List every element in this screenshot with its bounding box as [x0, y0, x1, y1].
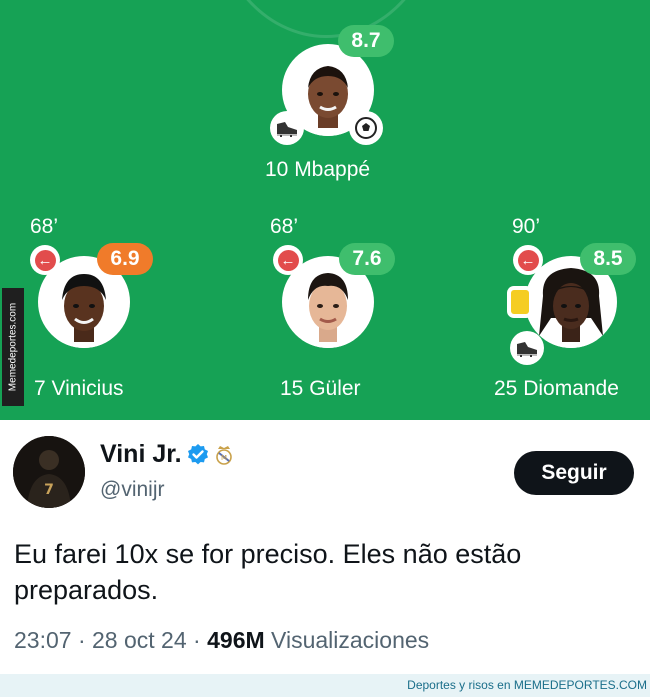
player-name-mbappe: 10 Mbappé: [265, 158, 371, 181]
views-label: Visualizaciones: [271, 627, 430, 653]
user-handle[interactable]: @vinijr: [100, 478, 165, 502]
footer-credit-bar: Deportes y risos en MEMEDEPORTES.COM: [0, 674, 650, 697]
svg-text:7: 7: [44, 482, 54, 498]
svg-text:M: M: [221, 454, 227, 462]
meta-separator: ·: [193, 627, 201, 653]
football-icon: [349, 111, 383, 145]
tweet-date[interactable]: 28 oct 24: [92, 627, 187, 653]
sub-minute-diomande: 90’: [512, 215, 541, 238]
profile-avatar[interactable]: 7: [13, 436, 85, 508]
player-rating-mbappe: 8.7: [338, 25, 394, 57]
real-madrid-crest-icon: M: [216, 446, 232, 465]
boot-icon: [270, 111, 304, 145]
views-count: 496M: [207, 627, 265, 653]
player-rating-vinicius: 6.9: [97, 243, 153, 275]
display-name[interactable]: Vini Jr.: [100, 440, 182, 469]
sub-off-arrow-icon: ←: [513, 245, 543, 275]
side-watermark-text: Memedeportes.com: [7, 302, 19, 392]
player-name-guler: 15 Güler: [280, 377, 361, 400]
sub-minute-vinicius: 68’: [30, 215, 59, 238]
tweet-text: Eu farei 10x se for preciso. Eles não es…: [14, 539, 522, 605]
footer-credit-text: Deportes y risos en MEMEDEPORTES.COM: [407, 678, 647, 692]
sub-off-arrow-icon: ←: [273, 245, 303, 275]
center-circle-arc: [210, 0, 442, 38]
sub-off-arrow-icon: ←: [30, 245, 60, 275]
player-name-diomande: 25 Diomande: [494, 377, 619, 400]
boot-icon: [510, 331, 544, 365]
side-watermark: Memedeportes.com: [2, 288, 24, 406]
lineup-pitch: 8.7 10 Mbappé 68’ ← 6.9 7 Vinicius 68’ ←…: [0, 0, 650, 420]
avatar-silhouette-icon: 7: [13, 436, 85, 508]
player-rating-guler: 7.6: [339, 243, 395, 275]
player-name-vinicius: 7 Vinicius: [34, 377, 124, 400]
player-rating-diomande: 8.5: [580, 243, 636, 275]
verified-badge-icon: [188, 444, 208, 465]
meta-separator: ·: [77, 627, 86, 653]
tweet-metadata: 23:07 · 28 oct 24 · 496M Visualizaciones: [14, 627, 429, 654]
sub-minute-guler: 68’: [270, 215, 299, 238]
yellow-card-icon: [511, 290, 529, 314]
follow-button[interactable]: Seguir: [514, 451, 634, 495]
tweet-time[interactable]: 23:07: [14, 627, 72, 653]
